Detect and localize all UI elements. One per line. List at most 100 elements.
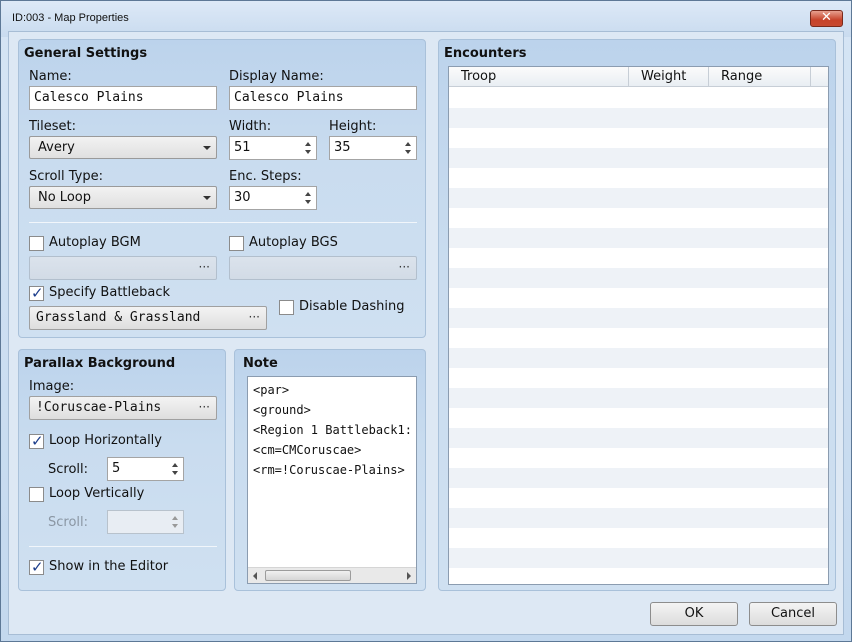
- tileset-value: Avery: [38, 140, 75, 155]
- note-line: <Region 1 Battleback1: G: [253, 423, 417, 437]
- enc-steps-value: 30: [234, 190, 251, 205]
- table-row[interactable]: [449, 548, 828, 568]
- spin-up-icon[interactable]: [172, 463, 178, 467]
- spin-down-icon[interactable]: [172, 471, 178, 475]
- spin-up-icon[interactable]: [305, 142, 311, 146]
- spin-down-icon[interactable]: [172, 524, 178, 528]
- table-row[interactable]: [449, 528, 828, 548]
- autoplay-bgm-picker[interactable]: ···: [29, 256, 217, 280]
- battleback-picker[interactable]: Grassland & Grassland ···: [29, 306, 267, 330]
- note-textarea[interactable]: <par> <ground> <Region 1 Battleback1: G …: [247, 376, 417, 584]
- parallax-image-picker[interactable]: !Coruscae-Plains ···: [29, 396, 217, 420]
- checkbox-box: ✓: [29, 432, 44, 450]
- chevron-down-icon: [203, 196, 211, 200]
- scroll-type-label: Scroll Type:: [29, 169, 104, 184]
- scroll-h-stepper[interactable]: 5: [107, 457, 184, 481]
- note-horizontal-scrollbar[interactable]: [248, 567, 416, 583]
- spin-up-icon[interactable]: [405, 142, 411, 146]
- scroll-h-value: 5: [112, 461, 121, 476]
- table-row[interactable]: [449, 88, 828, 108]
- table-row[interactable]: [449, 148, 828, 168]
- table-row[interactable]: [449, 428, 828, 448]
- tileset-label: Tileset:: [29, 119, 77, 134]
- scrollbar-thumb[interactable]: [265, 570, 351, 581]
- column-header-troop[interactable]: Troop: [449, 67, 629, 87]
- table-row[interactable]: [449, 188, 828, 208]
- note-group: Note <par> <ground> <Region 1 Battleback…: [234, 349, 426, 591]
- height-stepper[interactable]: 35: [329, 136, 417, 160]
- table-row[interactable]: [449, 268, 828, 288]
- scroll-h-label: Scroll:: [48, 462, 89, 477]
- column-header-range[interactable]: Range: [709, 67, 811, 87]
- table-row[interactable]: [449, 328, 828, 348]
- encounters-title: Encounters: [444, 46, 527, 61]
- table-row[interactable]: [449, 468, 828, 488]
- battleback-value: Grassland & Grassland: [36, 310, 201, 325]
- table-row[interactable]: [449, 108, 828, 128]
- enc-steps-stepper[interactable]: 30: [229, 186, 317, 210]
- name-field[interactable]: Calesco Plains: [29, 86, 217, 110]
- table-row[interactable]: [449, 388, 828, 408]
- table-row[interactable]: [449, 128, 828, 148]
- tileset-select[interactable]: Avery: [29, 136, 217, 159]
- scroll-v-stepper[interactable]: [107, 510, 184, 534]
- width-stepper[interactable]: 51: [229, 136, 317, 160]
- parallax-title: Parallax Background: [24, 356, 176, 371]
- column-header-weight[interactable]: Weight: [629, 67, 709, 87]
- ellipsis-icon: ···: [198, 400, 210, 414]
- note-line: <rm=!Coruscae-Plains>: [253, 463, 405, 477]
- checkbox-box: ✓: [29, 558, 44, 576]
- table-row[interactable]: [449, 288, 828, 308]
- ellipsis-icon: ···: [248, 310, 260, 324]
- image-label: Image:: [29, 379, 75, 394]
- specify-battleback-label: Specify Battleback: [49, 285, 171, 300]
- table-row[interactable]: [449, 368, 828, 388]
- display-name-label: Display Name:: [229, 69, 324, 84]
- cancel-button[interactable]: Cancel: [749, 602, 837, 626]
- spin-down-icon[interactable]: [305, 200, 311, 204]
- table-row[interactable]: [449, 568, 828, 584]
- scroll-left-icon[interactable]: [253, 572, 257, 580]
- general-settings-title: General Settings: [24, 46, 148, 61]
- ok-button[interactable]: OK: [650, 602, 738, 626]
- autoplay-bgs-label: Autoplay BGS: [249, 235, 338, 250]
- checkbox-box: [29, 487, 44, 502]
- checkbox-box: [29, 236, 44, 251]
- width-label: Width:: [229, 119, 272, 134]
- ellipsis-icon: ···: [198, 260, 210, 274]
- name-label: Name:: [29, 69, 72, 84]
- spin-down-icon[interactable]: [305, 150, 311, 154]
- disable-dashing-checkbox[interactable]: Disable Dashing: [279, 299, 419, 318]
- table-row[interactable]: [449, 408, 828, 428]
- scroll-right-icon[interactable]: [407, 572, 411, 580]
- encounters-table[interactable]: Troop Weight Range: [448, 66, 829, 585]
- loop-horizontally-checkbox[interactable]: ✓ Loop Horizontally: [29, 432, 209, 452]
- ellipsis-icon: ···: [398, 260, 410, 274]
- show-in-editor-checkbox[interactable]: ✓ Show in the Editor: [29, 558, 209, 578]
- spin-up-icon[interactable]: [172, 516, 178, 520]
- autoplay-bgs-checkbox[interactable]: Autoplay BGS: [229, 235, 379, 254]
- spin-up-icon[interactable]: [305, 192, 311, 196]
- loop-vertically-checkbox[interactable]: Loop Vertically: [29, 486, 209, 505]
- table-row[interactable]: [449, 508, 828, 528]
- table-row[interactable]: [449, 348, 828, 368]
- table-row[interactable]: [449, 208, 828, 228]
- autoplay-bgs-picker[interactable]: ···: [229, 256, 417, 280]
- close-button[interactable]: ✕: [810, 10, 843, 27]
- table-row[interactable]: [449, 248, 828, 268]
- width-value: 51: [234, 140, 251, 155]
- checkbox-box: [279, 300, 294, 315]
- table-row[interactable]: [449, 448, 828, 468]
- display-name-field[interactable]: Calesco Plains: [229, 86, 417, 110]
- scroll-type-select[interactable]: No Loop: [29, 186, 217, 209]
- loop-vertically-label: Loop Vertically: [49, 486, 145, 501]
- table-row[interactable]: [449, 168, 828, 188]
- autoplay-bgm-checkbox[interactable]: Autoplay BGM: [29, 235, 179, 254]
- table-row[interactable]: [449, 308, 828, 328]
- spin-down-icon[interactable]: [405, 150, 411, 154]
- autoplay-bgm-label: Autoplay BGM: [49, 235, 141, 250]
- table-row[interactable]: [449, 228, 828, 248]
- specify-battleback-checkbox[interactable]: ✓ Specify Battleback: [29, 284, 209, 304]
- table-row[interactable]: [449, 488, 828, 508]
- note-title: Note: [243, 356, 278, 371]
